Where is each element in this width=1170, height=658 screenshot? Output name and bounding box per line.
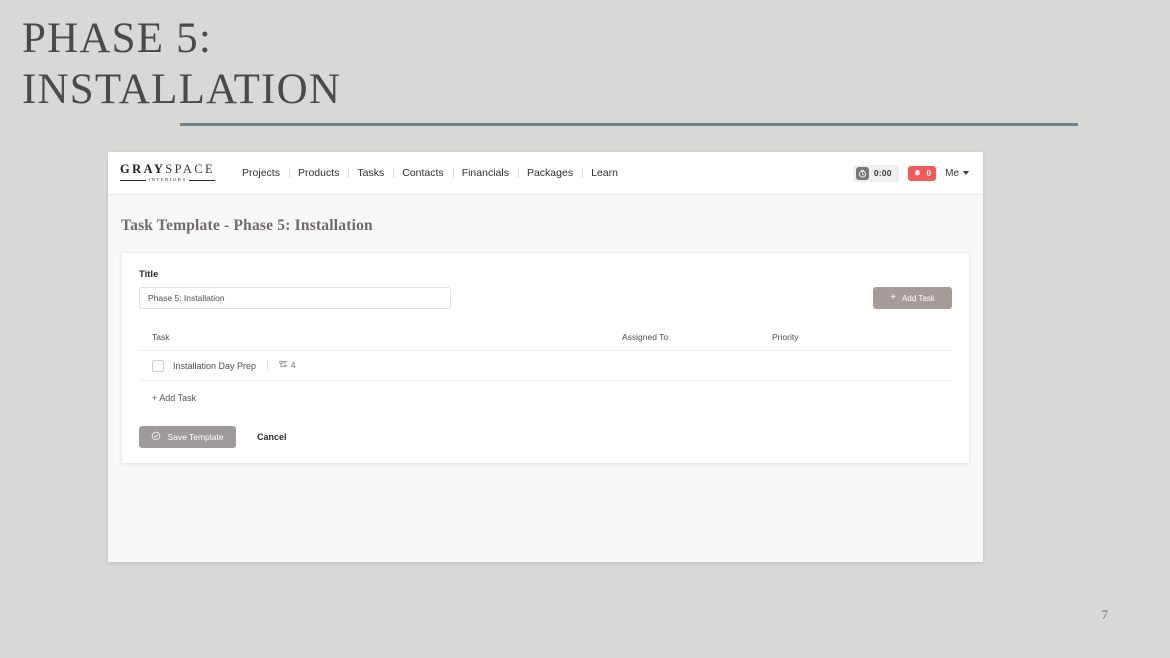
- title-divider-rule: [180, 123, 1078, 126]
- bell-icon: [912, 168, 923, 179]
- logo-gray-text: GRAY: [120, 162, 166, 177]
- save-template-label: Save Template: [167, 432, 224, 442]
- logo-space-text: SPACE: [165, 162, 216, 177]
- save-template-button[interactable]: Save Template: [139, 426, 236, 448]
- plus-icon: +: [890, 292, 897, 303]
- logo-rule-left: [120, 179, 147, 181]
- page-title: Task Template - Phase 5: Installation: [121, 217, 373, 234]
- main-nav: Projects Products Tasks Contacts Financi…: [233, 167, 627, 179]
- task-checkbox[interactable]: [152, 359, 164, 372]
- timer-value: 0:00: [873, 168, 892, 178]
- notifications-badge[interactable]: 0: [907, 165, 937, 181]
- subtask-count: 4: [291, 361, 296, 370]
- subtask-list-icon: [279, 360, 288, 371]
- column-header-assigned-to: Assigned To: [622, 332, 669, 342]
- user-menu[interactable]: Me: [945, 168, 969, 179]
- nav-item-packages[interactable]: Packages: [517, 167, 582, 179]
- nav-item-tasks[interactable]: Tasks: [348, 167, 393, 179]
- title-input[interactable]: [139, 287, 451, 309]
- cancel-button[interactable]: Cancel: [251, 431, 293, 443]
- slide-title: PHASE 5: INSTALLATION: [22, 15, 342, 113]
- title-field-label: Title: [139, 269, 159, 280]
- logo-rule-right: [188, 179, 216, 181]
- title-field-group: Title: [139, 269, 451, 309]
- check-circle-icon: [151, 431, 161, 443]
- logo-subtitle: INTERIORS: [120, 176, 216, 183]
- task-cell: Installation Day Prep 4: [139, 359, 622, 372]
- add-task-link[interactable]: + Add Task: [139, 381, 196, 403]
- logo-wordmark: GRAY SPACE: [120, 163, 215, 176]
- nav-item-learn[interactable]: Learn: [582, 167, 627, 179]
- column-header-task: Task: [152, 332, 170, 342]
- header-right-tools: 0:00 0 Me: [852, 164, 969, 182]
- title-field-row: Title + Add Task: [139, 269, 952, 309]
- add-task-button-label: Add Task: [902, 293, 935, 303]
- notifications-count: 0: [926, 168, 932, 178]
- add-task-button[interactable]: + Add Task: [873, 287, 952, 309]
- timer-widget[interactable]: 0:00: [852, 164, 899, 182]
- nav-item-contacts[interactable]: Contacts: [393, 167, 452, 179]
- user-menu-label: Me: [945, 167, 959, 179]
- app-logo[interactable]: GRAY SPACE INTERIORS: [120, 163, 216, 183]
- nav-item-projects[interactable]: Projects: [233, 167, 289, 179]
- form-actions: Save Template Cancel: [139, 426, 952, 448]
- app-header: GRAY SPACE INTERIORS Projects Products T…: [108, 152, 983, 195]
- chevron-down-icon: [963, 171, 969, 175]
- nav-item-financials[interactable]: Financials: [452, 167, 518, 179]
- subtask-counter[interactable]: 4: [279, 360, 296, 371]
- tasks-table: Task Assigned To Priority Installation D…: [139, 332, 952, 406]
- tasks-table-header: Task Assigned To Priority: [139, 332, 952, 351]
- slide-number: 7: [1101, 607, 1109, 622]
- nav-item-products[interactable]: Products: [288, 167, 348, 179]
- app-window: GRAY SPACE INTERIORS Projects Products T…: [108, 152, 983, 562]
- stopwatch-icon: [855, 166, 869, 180]
- cell-divider: [267, 360, 269, 371]
- table-row[interactable]: Installation Day Prep 4: [139, 351, 952, 381]
- column-header-priority: Priority: [772, 332, 799, 342]
- logo-interiors-text: INTERIORS: [148, 176, 187, 182]
- task-name: Installation Day Prep: [173, 360, 257, 371]
- task-template-card: Title + Add Task Task Assigned To Priori…: [121, 252, 970, 464]
